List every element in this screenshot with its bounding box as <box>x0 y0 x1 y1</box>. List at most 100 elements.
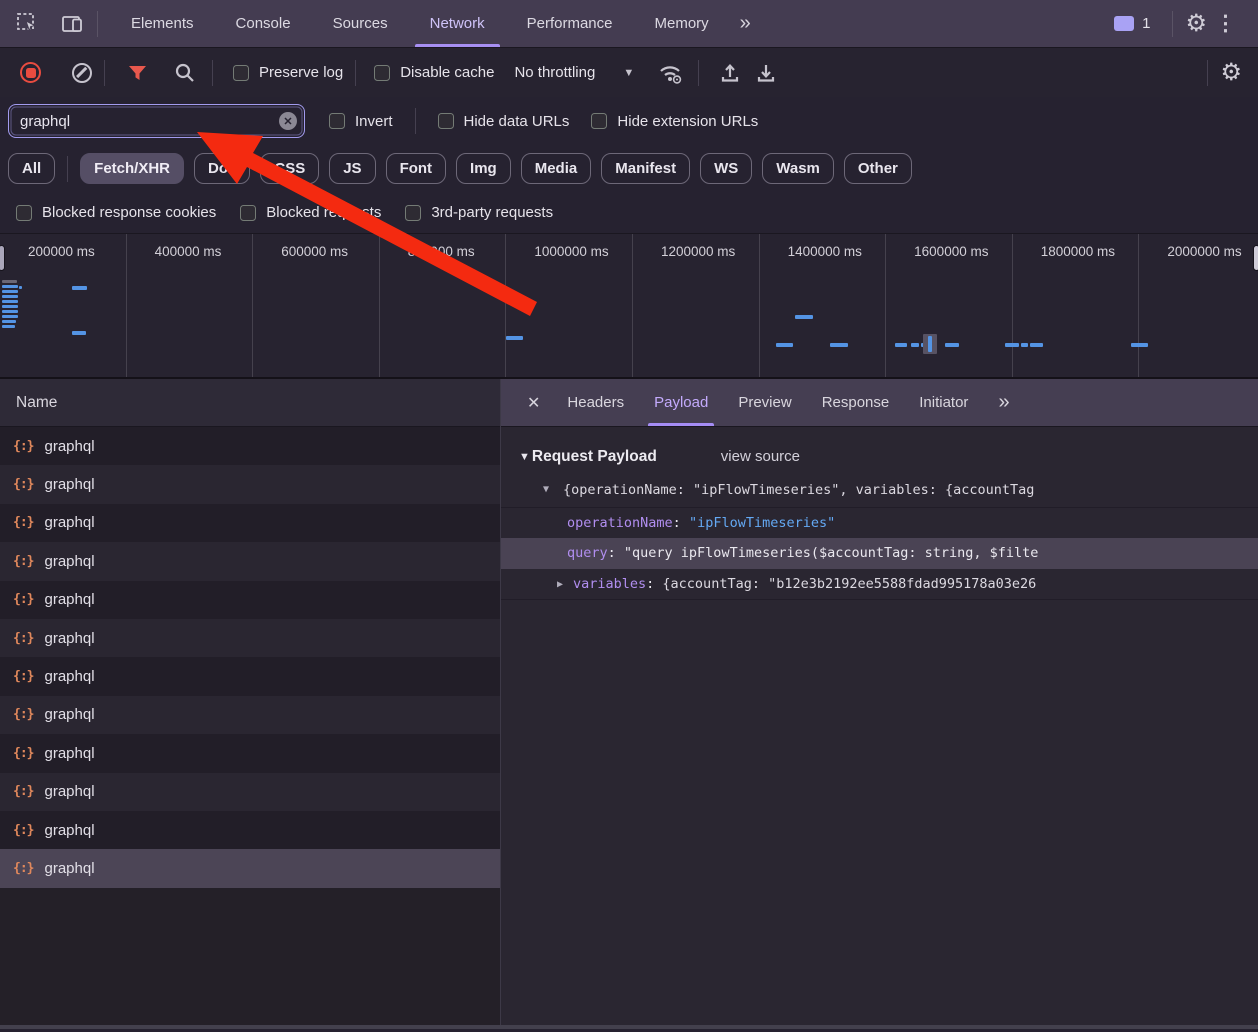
chip-ws[interactable]: WS <box>700 153 752 184</box>
checkbox[interactable] <box>438 113 454 129</box>
tab-payload[interactable]: Payload <box>639 379 723 426</box>
network-conditions-icon[interactable] <box>658 62 684 84</box>
settings-gear-icon[interactable]: ⚙ <box>1185 12 1207 36</box>
kebab-menu-icon[interactable]: ⋮ <box>1207 11 1244 36</box>
checkbox[interactable] <box>240 205 256 221</box>
blocked-response-cookies-checkbox[interactable]: Blocked response cookies <box>16 204 216 221</box>
tab-headers[interactable]: Headers <box>552 379 639 426</box>
more-tabs-icon[interactable]: » <box>730 0 759 47</box>
request-row[interactable]: {:}graphql <box>0 619 500 657</box>
name-column-header[interactable]: Name <box>0 379 500 427</box>
clear-filter-icon[interactable]: ✕ <box>279 112 297 130</box>
timeline-left-handle[interactable] <box>0 245 5 271</box>
collapse-triangle-icon[interactable]: ▼ <box>519 451 530 463</box>
request-row[interactable]: {:}graphql <box>0 427 500 465</box>
tab-preview[interactable]: Preview <box>723 379 806 426</box>
bottom-edge <box>0 1025 1258 1029</box>
json-request-icon: {:} <box>13 439 33 454</box>
checkbox[interactable] <box>405 205 421 221</box>
tab-initiator[interactable]: Initiator <box>904 379 983 426</box>
tab-sources[interactable]: Sources <box>312 0 409 47</box>
extra-filters-row: Blocked response cookies Blocked request… <box>0 192 1258 233</box>
view-source-link[interactable]: view source <box>721 448 800 465</box>
json-request-icon: {:} <box>13 477 33 492</box>
tab-response[interactable]: Response <box>807 379 905 426</box>
payload-row-variables[interactable]: ▶ variables: {accountTag: "b12e3b2192ee5… <box>501 569 1258 600</box>
chip-other[interactable]: Other <box>844 153 912 184</box>
request-row[interactable]: {:}graphql <box>0 811 500 849</box>
payload-object-preview[interactable]: ▼ {operationName: "ipFlowTimeseries", va… <box>501 473 1258 507</box>
expand-triangle-icon[interactable]: ▼ <box>543 473 549 507</box>
invert-checkbox[interactable]: Invert <box>329 113 393 130</box>
console-drawer-icon[interactable] <box>1114 16 1134 31</box>
chip-doc[interactable]: Doc <box>194 153 250 184</box>
checkbox[interactable] <box>233 65 249 81</box>
chip-font[interactable]: Font <box>386 153 446 184</box>
payload-row-operation-name[interactable]: operationName: "ipFlowTimeseries" <box>501 507 1258 538</box>
checkbox[interactable] <box>16 205 32 221</box>
request-row[interactable]: {:}graphql <box>0 657 500 695</box>
checkbox[interactable] <box>329 113 345 129</box>
chip-all[interactable]: All <box>8 153 55 184</box>
payload-row-query-selected[interactable]: query: "query ipFlowTimeseries($accountT… <box>501 538 1258 569</box>
more-details-tabs-icon[interactable]: » <box>983 379 1022 426</box>
chip-js[interactable]: JS <box>329 153 375 184</box>
chip-fetch-xhr[interactable]: Fetch/XHR <box>80 153 184 184</box>
request-row[interactable]: {:}graphql <box>0 734 500 772</box>
json-request-icon: {:} <box>13 823 33 838</box>
filter-icon[interactable] <box>127 63 148 83</box>
clear-network-log-icon[interactable] <box>72 63 92 83</box>
search-icon[interactable] <box>174 62 196 84</box>
filter-input-wrap: ✕ <box>8 104 305 138</box>
timeline-bar <box>1021 343 1028 347</box>
divider <box>698 60 699 86</box>
timeline-bar <box>2 320 16 323</box>
divider <box>212 60 213 86</box>
throttling-select[interactable]: No throttling <box>514 64 595 81</box>
tab-performance[interactable]: Performance <box>506 0 634 47</box>
inspect-element-icon[interactable] <box>16 12 39 35</box>
request-row[interactable]: {:}graphql <box>0 542 500 580</box>
tab-network[interactable]: Network <box>409 0 506 47</box>
json-request-icon: {:} <box>13 631 33 646</box>
tab-console[interactable]: Console <box>215 0 312 47</box>
chevron-down-icon[interactable]: ▼ <box>623 67 634 79</box>
request-row-selected[interactable]: {:}graphql <box>0 849 500 887</box>
request-row[interactable]: {:}graphql <box>0 773 500 811</box>
request-row[interactable]: {:}graphql <box>0 696 500 734</box>
network-overview-timeline[interactable]: 200000 ms 400000 ms 600000 ms 800000 ms … <box>0 233 1258 379</box>
preserve-log-checkbox[interactable]: Preserve log <box>233 64 343 81</box>
import-har-icon[interactable] <box>719 62 741 84</box>
request-row[interactable]: {:}graphql <box>0 465 500 503</box>
disable-cache-checkbox[interactable]: Disable cache <box>374 64 494 81</box>
close-details-icon[interactable]: ✕ <box>515 379 552 426</box>
export-har-icon[interactable] <box>755 62 777 84</box>
hide-data-urls-checkbox[interactable]: Hide data URLs <box>438 113 570 130</box>
timeline-bar <box>928 336 932 352</box>
checkbox[interactable] <box>591 113 607 129</box>
request-row[interactable]: {:}graphql <box>0 504 500 542</box>
timeline-right-handle[interactable] <box>1253 245 1258 271</box>
expand-triangle-icon[interactable]: ▶ <box>557 569 563 600</box>
third-party-requests-checkbox[interactable]: 3rd-party requests <box>405 204 553 221</box>
timeline-bar <box>945 343 959 347</box>
timeline-bar <box>1131 343 1148 347</box>
chip-css[interactable]: CSS <box>260 153 319 184</box>
chip-media[interactable]: Media <box>521 153 592 184</box>
network-settings-gear-icon[interactable]: ⚙ <box>1220 61 1242 85</box>
timeline-bar <box>2 290 18 293</box>
hide-extension-urls-checkbox[interactable]: Hide extension URLs <box>591 113 758 130</box>
record-network-log-icon[interactable] <box>20 62 41 83</box>
blocked-requests-checkbox[interactable]: Blocked requests <box>240 204 381 221</box>
chip-img[interactable]: Img <box>456 153 511 184</box>
devtools-tabbar: Elements Console Sources Network Perform… <box>0 0 1258 48</box>
divider <box>415 108 416 134</box>
filter-input[interactable] <box>9 105 304 137</box>
tab-elements[interactable]: Elements <box>110 0 215 47</box>
chip-manifest[interactable]: Manifest <box>601 153 690 184</box>
checkbox[interactable] <box>374 65 390 81</box>
request-row[interactable]: {:}graphql <box>0 581 500 619</box>
device-toolbar-icon[interactable] <box>61 13 85 35</box>
tab-memory[interactable]: Memory <box>634 0 730 47</box>
chip-wasm[interactable]: Wasm <box>762 153 834 184</box>
